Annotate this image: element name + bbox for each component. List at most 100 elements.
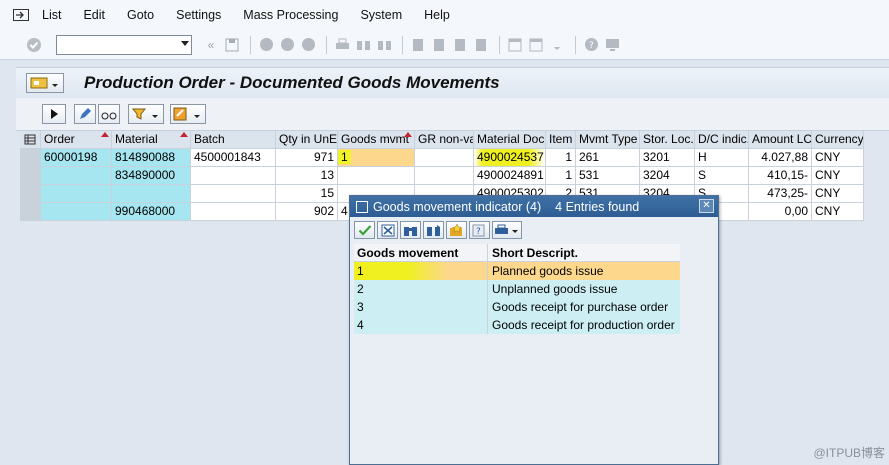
column-header-mvmt-type[interactable]: Mvmt Type	[576, 131, 640, 149]
list-item[interactable]: 4 Goods receipt for production order	[354, 316, 684, 334]
cell-qty[interactable]: 13	[276, 167, 338, 185]
cell-material[interactable]: 814890088	[112, 149, 191, 167]
cell-dc-indic[interactable]: H	[695, 149, 749, 167]
column-header-order[interactable]: Order	[41, 131, 112, 149]
new-session-icon[interactable]	[506, 36, 524, 54]
cell-gr-non-val[interactable]	[415, 149, 474, 167]
layout-menu-icon[interactable]	[548, 36, 566, 54]
column-header-stor-loc[interactable]: Stor. Loc.	[640, 131, 695, 149]
row-selector[interactable]	[20, 149, 41, 167]
list-item[interactable]: 1 Planned goods issue	[354, 262, 684, 280]
row-selector[interactable]	[20, 185, 41, 203]
cell-material-doc[interactable]: 4900024537	[474, 149, 546, 167]
cell-stor-loc[interactable]: 3201	[640, 149, 695, 167]
cell-gr-non-val[interactable]	[415, 167, 474, 185]
cell-material-doc[interactable]: 4900024891	[474, 167, 546, 185]
column-header-indicator[interactable]: Goods movement indic	[354, 244, 488, 278]
menu-edit[interactable]: Edit	[83, 8, 105, 22]
cell-order[interactable]	[41, 185, 112, 203]
cell-goods-mvmt[interactable]: 1	[338, 149, 415, 167]
shortcut-icon[interactable]	[527, 36, 545, 54]
column-header-goods-mvmt[interactable]: Goods mvmt	[338, 131, 415, 149]
column-header-batch[interactable]: Batch	[191, 131, 276, 149]
list-item[interactable]: 2 Unplanned goods issue	[354, 280, 684, 298]
cell-mvmt-type[interactable]: 531	[576, 167, 640, 185]
next-page-icon[interactable]	[451, 36, 469, 54]
row-selector[interactable]	[20, 203, 41, 221]
cell-stor-loc[interactable]: 3204	[640, 167, 695, 185]
list-item[interactable]: 3 Goods receipt for purchase order	[354, 298, 684, 316]
display-glasses-icon[interactable]	[98, 104, 120, 124]
cell-batch[interactable]	[191, 185, 276, 203]
restrictions-icon[interactable]	[377, 221, 398, 239]
find-icon[interactable]	[354, 36, 372, 54]
table-row[interactable]: 834890000 13 4900024891 1 531 3204 S 410…	[20, 167, 889, 185]
column-header-gr-non-val[interactable]: GR non-val	[415, 131, 474, 149]
select-all-icon[interactable]	[20, 131, 41, 149]
cell-order[interactable]	[41, 203, 112, 221]
cell-material[interactable]	[112, 185, 191, 203]
previous-page-icon[interactable]	[430, 36, 448, 54]
column-header-dc-indic[interactable]: D/C indic.	[695, 131, 749, 149]
menu-help[interactable]: Help	[424, 8, 450, 22]
last-page-icon[interactable]	[472, 36, 490, 54]
column-header-currency[interactable]: Currency	[812, 131, 864, 149]
cell-batch[interactable]	[191, 167, 276, 185]
exit-icon[interactable]	[278, 36, 296, 54]
find-next-binoculars-icon[interactable]	[423, 221, 444, 239]
cell-item[interactable]: 1	[546, 167, 576, 185]
cell-material[interactable]: 990468000	[112, 203, 191, 221]
cell-currency[interactable]: CNY	[812, 185, 864, 203]
cell-dc-indic[interactable]: S	[695, 167, 749, 185]
system-menu-icon[interactable]	[12, 8, 30, 22]
column-header-amount-lc[interactable]: Amount LC	[749, 131, 812, 149]
execute-button[interactable]	[42, 104, 66, 124]
column-header-short-descript[interactable]: Short Descript.	[488, 244, 680, 262]
cell-amount-lc[interactable]: 4.027,88	[749, 149, 812, 167]
chevron-down-icon[interactable]	[181, 40, 189, 46]
column-header-material[interactable]: Material	[112, 131, 191, 149]
cell-goods-mvmt[interactable]	[338, 167, 415, 185]
find-binoculars-icon[interactable]	[400, 221, 421, 239]
cell-amount-lc[interactable]: 473,25-	[749, 185, 812, 203]
cell-batch[interactable]	[191, 203, 276, 221]
cell-amount-lc[interactable]: 410,15-	[749, 167, 812, 185]
menu-goto[interactable]: Goto	[127, 8, 154, 22]
print-icon[interactable]	[333, 36, 351, 54]
save-icon[interactable]	[223, 36, 241, 54]
command-field[interactable]	[56, 34, 192, 55]
help-icon[interactable]: ?	[582, 36, 600, 54]
first-page-icon[interactable]	[409, 36, 427, 54]
cell-amount-lc[interactable]: 0,00	[749, 203, 812, 221]
menu-list[interactable]: List	[42, 8, 61, 22]
cell-order[interactable]: 60000198	[41, 149, 112, 167]
add-favorite-icon[interactable]	[446, 221, 467, 239]
edit-pencil-icon[interactable]	[74, 104, 96, 124]
filter-menu-button[interactable]	[128, 104, 164, 124]
table-row[interactable]: 60000198 814890088 4500001843 971 1 4900…	[20, 149, 889, 167]
customize-layout-icon[interactable]	[603, 36, 621, 54]
close-icon[interactable]: ✕	[699, 199, 714, 213]
cell-order[interactable]	[41, 167, 112, 185]
cell-currency[interactable]: CNY	[812, 149, 864, 167]
information-help-icon[interactable]: ?	[469, 221, 490, 239]
enter-check-icon[interactable]	[25, 36, 43, 54]
cell-currency[interactable]: CNY	[812, 167, 864, 185]
cell-mvmt-type[interactable]: 261	[576, 149, 640, 167]
column-header-material-doc[interactable]: Material Doc.	[474, 131, 546, 149]
column-header-qty[interactable]: Qty in UnE	[276, 131, 338, 149]
back-icon[interactable]: «	[202, 36, 220, 54]
dialog-title-bar[interactable]: Goods movement indicator (4) 4 Entries f…	[350, 196, 718, 217]
row-selector[interactable]	[20, 167, 41, 185]
find-next-icon[interactable]	[375, 36, 393, 54]
cell-currency[interactable]: CNY	[812, 203, 864, 221]
column-header-item[interactable]: Item	[546, 131, 576, 149]
cell-material[interactable]: 834890000	[112, 167, 191, 185]
cell-item[interactable]: 1	[546, 149, 576, 167]
cell-qty[interactable]: 15	[276, 185, 338, 203]
cell-qty[interactable]: 971	[276, 149, 338, 167]
print-list-menu-button[interactable]	[492, 221, 522, 239]
menu-settings[interactable]: Settings	[176, 8, 221, 22]
cell-qty[interactable]: 902	[276, 203, 338, 221]
cancel-icon[interactable]	[299, 36, 317, 54]
